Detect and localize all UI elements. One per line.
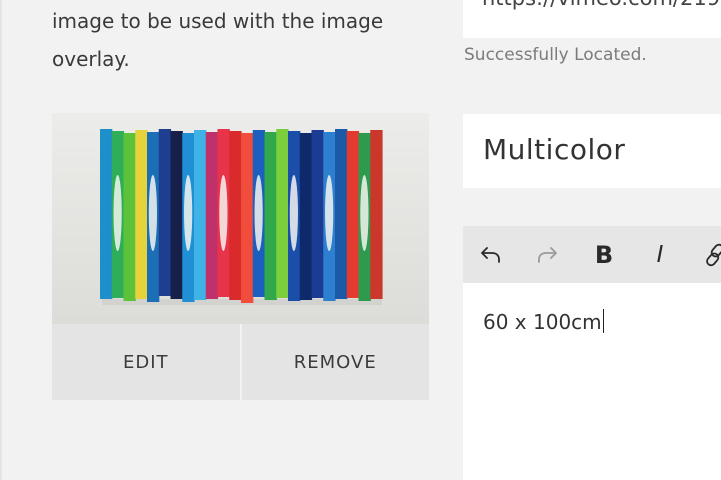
undo-button[interactable] (471, 226, 511, 283)
italic-icon: I (656, 241, 664, 268)
bold-button[interactable]: B (584, 226, 624, 283)
undo-icon (481, 246, 500, 263)
editor-toolbar: B I (463, 226, 721, 283)
remove-button[interactable]: REMOVE (239, 324, 429, 400)
page-root: image to be used with the image overlay.… (0, 0, 721, 480)
panel-divider (0, 0, 2, 480)
title-input[interactable]: Multicolor (463, 114, 721, 188)
italic-button[interactable]: I (640, 226, 680, 283)
editor-content: 60 x 100cm (483, 309, 605, 334)
edit-button[interactable]: EDIT (52, 324, 240, 400)
video-url-input[interactable]: https://vimeo.com/219 (463, 0, 721, 38)
redo-button[interactable] (527, 226, 567, 283)
text-caret (602, 309, 605, 333)
bold-icon: B (594, 240, 614, 269)
image-actions: EDIT REMOVE (52, 324, 429, 400)
title-value: Multicolor (483, 133, 626, 166)
description-editor[interactable]: 60 x 100cm (463, 283, 721, 480)
image-help-text: image to be used with the image overlay. (52, 9, 384, 71)
link-button[interactable] (696, 226, 721, 283)
link-icon (706, 243, 721, 266)
video-url-value: https://vimeo.com/219 (482, 0, 720, 10)
image-preview (52, 113, 429, 324)
redo-icon (538, 246, 557, 263)
editor-text-value: 60 x 100cm (483, 310, 602, 334)
video-status-text: Successfully Located. (464, 45, 647, 65)
artwork-image (52, 113, 429, 324)
